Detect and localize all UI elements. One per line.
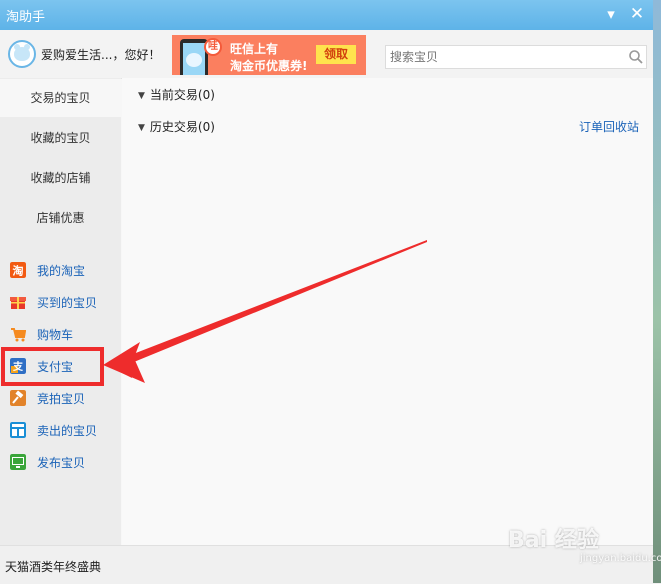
- watermark-logo: Bai 经验: [508, 528, 599, 553]
- annotation-arrow: [103, 240, 427, 383]
- watermark-url: jingyan.baidu.com: [580, 553, 661, 564]
